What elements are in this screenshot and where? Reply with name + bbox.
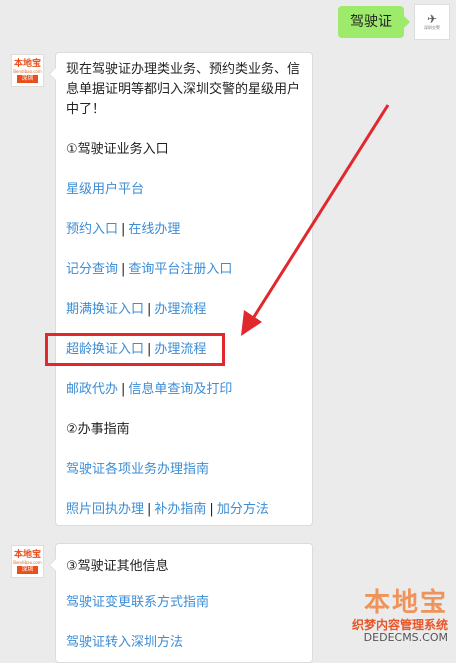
bot-avatar-brand: 本地宝 xyxy=(13,549,41,560)
section-heading-other-info: ③驾驶证其他信息 xyxy=(66,559,169,574)
bot-message-bubble-2: ③驾驶证其他信息 驾驶证变更联系方式指南 驾驶证转入深圳方法 xyxy=(49,543,313,663)
watermark-url: DEDECMS.COM xyxy=(363,631,448,644)
watermark: 本地宝 织梦内容管理系统 DEDECMS.COM xyxy=(352,582,448,644)
arrow-head xyxy=(241,310,262,336)
arrow-shaft xyxy=(250,104,390,321)
bot-avatar-site: Bendibao.com xyxy=(13,559,42,565)
bot-avatar-city: 深圳 xyxy=(17,565,38,574)
link-change-contact[interactable]: 驾驶证变更联系方式指南 xyxy=(66,595,209,610)
bot-avatar[interactable]: 本地宝 Bendibao.com 深圳 xyxy=(11,545,44,578)
watermark-brand: 本地宝 xyxy=(363,588,448,618)
